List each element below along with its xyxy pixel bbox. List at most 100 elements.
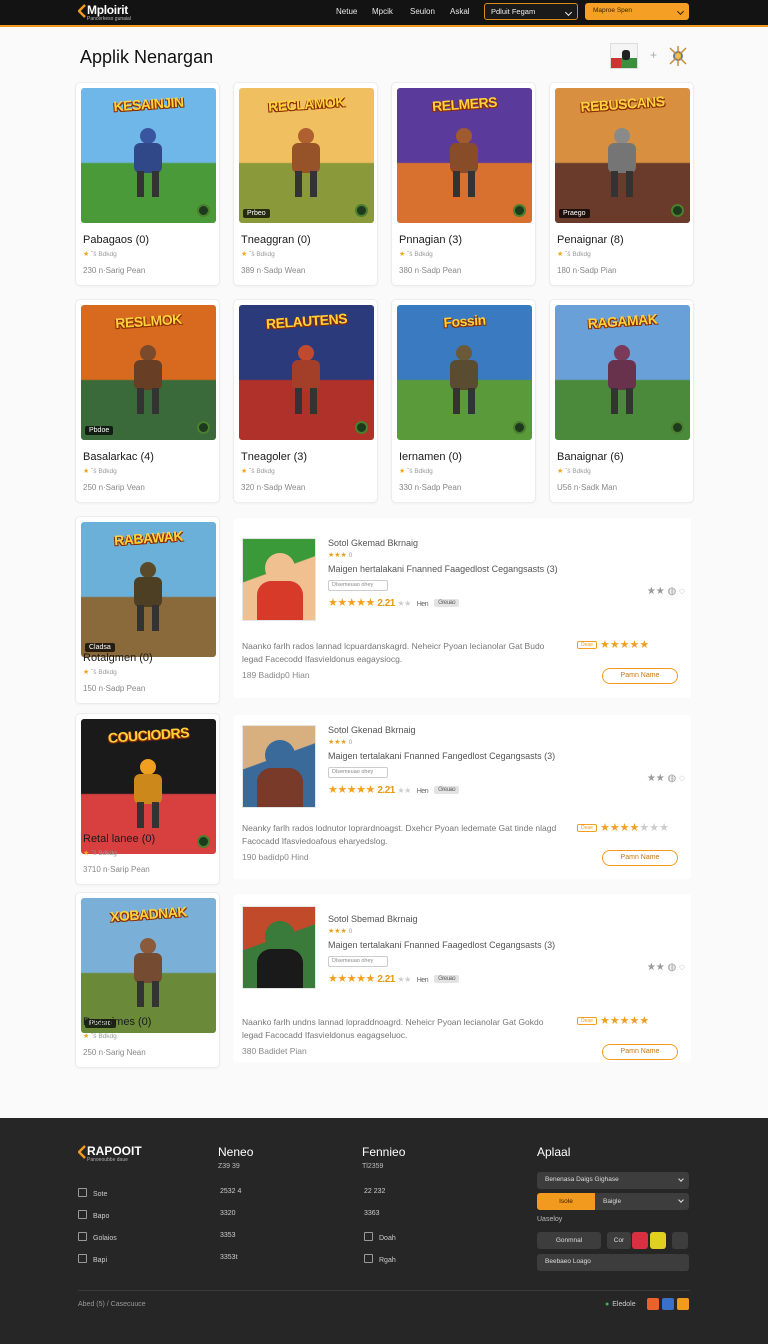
detail-user-rating[interactable]: ★★ ◍ ◌ bbox=[647, 773, 685, 784]
game-title[interactable]: Penaignar (8) bbox=[557, 234, 624, 246]
footer-link-3[interactable]: Golaios bbox=[78, 1232, 117, 1242]
nav-link-4[interactable]: Askal bbox=[450, 7, 470, 16]
star-icon: ★ bbox=[241, 251, 248, 258]
detail-title[interactable]: Sotol Sbemad Bkrnaig bbox=[328, 914, 418, 924]
game-card[interactable]: XOBADNAK Rbdsro Poumimes (0) ★ ˇš Bdkdg … bbox=[75, 892, 220, 1068]
footer-link-1[interactable]: Sote bbox=[78, 1188, 107, 1198]
detail-chip[interactable]: Dlsemeuao ohey bbox=[328, 580, 388, 591]
detail-action-button[interactable]: Pamn Name bbox=[602, 850, 678, 866]
footer-col2-sub: Tl2359 bbox=[362, 1163, 384, 1170]
detail-small-rating: ★★★ 0 bbox=[328, 739, 353, 746]
red-toggle[interactable] bbox=[632, 1232, 648, 1249]
detail-action-button[interactable]: Pamn Name bbox=[602, 668, 678, 684]
game-title[interactable]: Poumimes (0) bbox=[83, 1016, 151, 1028]
game-title[interactable]: Rotalgmen (0) bbox=[83, 652, 153, 664]
grid.6-thumb-title: Fossin bbox=[442, 311, 487, 331]
game-card[interactable]: RELMERS Pnnagian (3) ★ ˇš Bdkdg 380 n·Sa… bbox=[391, 82, 536, 286]
footer-button-a[interactable]: Gonmnal bbox=[537, 1232, 601, 1249]
grid.7-thumbnail[interactable]: RAGAMAK bbox=[555, 305, 690, 440]
footer-wide-field[interactable]: Beebaeo Loago bbox=[537, 1254, 689, 1271]
footer-mid-3[interactable]: 3353 bbox=[220, 1232, 236, 1239]
game-title[interactable]: Banaignar (6) bbox=[557, 451, 624, 463]
detail-chip[interactable]: Dlsemeuao ohey bbox=[328, 767, 388, 778]
game-title[interactable]: Tneagoler (3) bbox=[241, 451, 307, 463]
game-title[interactable]: Basalarkac (4) bbox=[83, 451, 154, 463]
footer-mid-2[interactable]: 3320 bbox=[220, 1210, 236, 1217]
star-icon: ★ bbox=[83, 468, 90, 475]
grid.2-thumbnail[interactable]: RELMERS bbox=[397, 88, 532, 223]
footer-right-4[interactable]: Rgah bbox=[364, 1254, 396, 1264]
game-meta: 330 n·Sadp Pean bbox=[399, 483, 462, 492]
game-title[interactable]: Pnnagian (3) bbox=[399, 234, 462, 246]
detail-title[interactable]: Sotol Gkemad Bkrnaig bbox=[328, 538, 418, 548]
character-illustration bbox=[286, 128, 326, 198]
detail-description: Maigen tertalakani Fnanned Fangedlost Ce… bbox=[328, 751, 556, 761]
logo[interactable]: Mploirit Pancerkeso gunaial bbox=[78, 3, 148, 23]
grid.6-thumbnail[interactable]: Fossin bbox=[397, 305, 532, 440]
game-rating: ★ ˇš Bdkdg bbox=[83, 669, 117, 676]
footer-link-4[interactable]: Bapi bbox=[78, 1254, 107, 1264]
list.0-thumbnail[interactable]: RABAWAK Cladsa bbox=[81, 522, 216, 657]
game-card[interactable]: RECLAMOK Prbeo Tneaggran (0) ★ ˇš Bdkdg … bbox=[233, 82, 378, 286]
detail-chip[interactable]: Dlsemeuao ohey bbox=[328, 956, 388, 967]
game-card[interactable]: COUCIODRS Retal lanee (0) ★ ˇš Bdkdg 371… bbox=[75, 713, 220, 885]
nav-link-3[interactable]: Seulon bbox=[410, 7, 435, 16]
footer-right-2[interactable]: 3363 bbox=[364, 1210, 380, 1217]
game-card[interactable]: Fossin Iernamen (0) ★ ˇš Bdkdg 330 n·Sad… bbox=[391, 299, 536, 503]
app-icon[interactable] bbox=[242, 906, 316, 989]
search-select[interactable]: Pdluit Fegam bbox=[484, 3, 578, 20]
copy-icon[interactable] bbox=[672, 1232, 688, 1249]
detail-user-rating[interactable]: ★★ ◍ ◌ bbox=[647, 962, 685, 973]
grid.3-thumbnail[interactable]: REBUSCANS Praego bbox=[555, 88, 690, 223]
logo-name: Mploirit bbox=[87, 3, 128, 17]
footer-right-1[interactable]: 22 232 bbox=[364, 1188, 385, 1195]
detail-count: 380 Badidet Pian bbox=[242, 1046, 307, 1056]
grid.5-thumbnail[interactable]: RELAUTENS bbox=[239, 305, 374, 440]
game-card[interactable]: KESAINJIN Pabagaos (0) ★ ˇš Bdkdg 230 n·… bbox=[75, 82, 220, 286]
nav-link-2[interactable]: Mpcik bbox=[372, 7, 393, 16]
footer-orange-button[interactable]: Isole bbox=[537, 1193, 595, 1210]
app-icon[interactable] bbox=[242, 725, 316, 808]
flag-icon[interactable] bbox=[610, 43, 638, 69]
game-title[interactable]: Iernamen (0) bbox=[399, 451, 462, 463]
list.1-thumb-title: COUCIODRS bbox=[107, 724, 190, 746]
flag-icon-3[interactable] bbox=[677, 1298, 689, 1310]
yellow-toggle[interactable] bbox=[650, 1232, 666, 1249]
star-icon: ★ bbox=[241, 468, 248, 475]
game-title[interactable]: Pabagaos (0) bbox=[83, 234, 149, 246]
bug-icon[interactable] bbox=[666, 44, 690, 68]
grid.0-thumbnail[interactable]: KESAINJIN bbox=[81, 88, 216, 223]
logo-chevron-icon bbox=[78, 1145, 86, 1159]
list.2-thumbnail[interactable]: XOBADNAK Rbdsro bbox=[81, 898, 216, 1033]
cta-select[interactable]: Maproe Spen bbox=[585, 3, 689, 20]
game-rating: ★ ˇš Bdkdg bbox=[241, 468, 275, 475]
detail-title[interactable]: Sotol Gkenad Bkrnaig bbox=[328, 725, 416, 735]
grid.7-thumb-title: RAGAMAK bbox=[587, 310, 658, 332]
game-card[interactable]: RELAUTENS Tneagoler (3) ★ ˇš Bdkdg 320 n… bbox=[233, 299, 378, 503]
grid.1-thumbnail[interactable]: RECLAMOK Prbeo bbox=[239, 88, 374, 223]
footer-button-b[interactable]: Cor bbox=[607, 1232, 631, 1249]
platform-badge-icon bbox=[197, 835, 210, 848]
footer-logo[interactable]: RAPOOIT Panoeoubbe daue bbox=[78, 1144, 158, 1164]
footer-right-3[interactable]: Doah bbox=[364, 1232, 396, 1242]
game-card[interactable]: RESLMOK Pbdoe Basalarkac (4) ★ ˇš Bdkdg … bbox=[75, 299, 220, 503]
app-icon[interactable] bbox=[242, 538, 316, 621]
footer-mid-1[interactable]: 2532 4 bbox=[220, 1188, 241, 1195]
game-meta: 380 n·Sadp Pean bbox=[399, 266, 462, 275]
footer-select-2[interactable]: Baigle bbox=[595, 1193, 689, 1210]
game-card[interactable]: REBUSCANS Praego Penaignar (8) ★ ˇš Bdkd… bbox=[549, 82, 694, 286]
flag-icon-1[interactable] bbox=[647, 1298, 659, 1310]
detail-action-button[interactable]: Pamn Name bbox=[602, 1044, 678, 1060]
game-title[interactable]: Tneaggran (0) bbox=[241, 234, 311, 246]
footer-select-1[interactable]: Benenasa Daigs Gighase bbox=[537, 1172, 689, 1189]
game-title[interactable]: Retal lanee (0) bbox=[83, 833, 155, 845]
detail-user-rating[interactable]: ★★ ◍ ◌ bbox=[647, 586, 685, 597]
game-card[interactable]: RAGAMAK Banaignar (6) ★ ˇš Bdkdg U56 n·S… bbox=[549, 299, 694, 503]
flag-icon-2[interactable] bbox=[662, 1298, 674, 1310]
game-card[interactable]: RABAWAK Cladsa Rotalgmen (0) ★ ˇš Bdkdg … bbox=[75, 516, 220, 704]
footer-link-2[interactable]: Bapo bbox=[78, 1210, 109, 1220]
nav-link-1[interactable]: Netue bbox=[336, 7, 357, 16]
character-illustration bbox=[286, 345, 326, 415]
footer-mid-4[interactable]: 3353t bbox=[220, 1254, 238, 1261]
grid.4-thumbnail[interactable]: RESLMOK Pbdoe bbox=[81, 305, 216, 440]
